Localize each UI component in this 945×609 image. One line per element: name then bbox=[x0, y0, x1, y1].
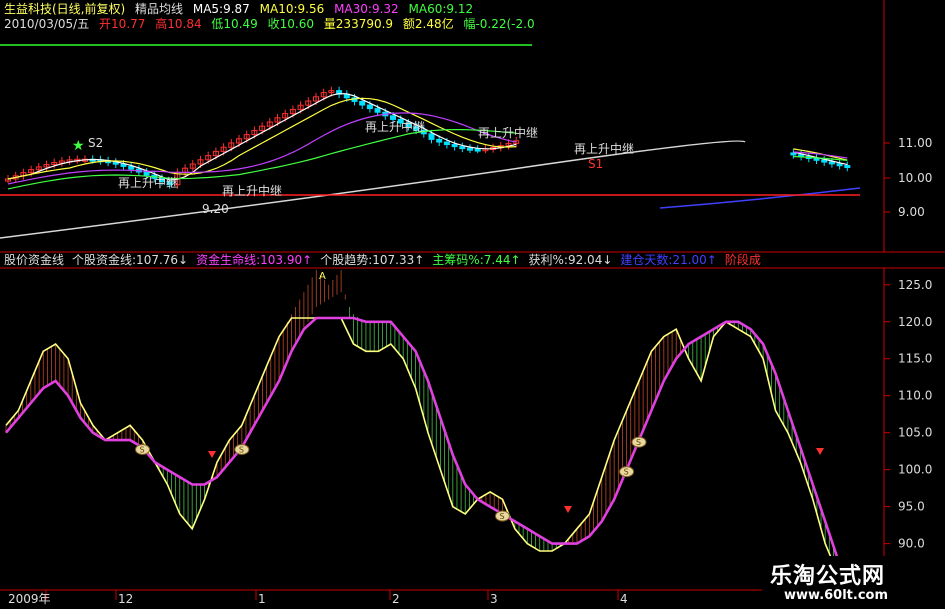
main-label: 9.20 bbox=[202, 202, 229, 216]
sub-indicator-header: 股价资金线 个股资金线:107.76↓ 资金生命线:103.90↑ 个股趋势:107.… bbox=[4, 253, 769, 267]
sub-value-axis: 85.090.095.0100.0105.0110.0115.0120.0125… bbox=[884, 278, 932, 588]
main-label: 再上升中继 bbox=[574, 141, 634, 156]
main-axis-label: 10.00 bbox=[898, 171, 932, 185]
candle-body bbox=[390, 115, 396, 120]
candle-body bbox=[428, 133, 435, 140]
candle-body bbox=[459, 146, 466, 150]
arrow-down-icon bbox=[208, 451, 216, 458]
series-line-stock-fund bbox=[5, 317, 851, 589]
watermark: 乐淘公式网 www.60lt.com bbox=[762, 556, 945, 609]
candle-body bbox=[374, 108, 381, 113]
sub-axis-label: 115.0 bbox=[898, 352, 932, 366]
candle-body bbox=[790, 152, 797, 156]
main-axis-label: 9.00 bbox=[898, 205, 925, 219]
x-label: 1 bbox=[258, 592, 266, 606]
x-label: 2009年 bbox=[8, 592, 51, 606]
ma60-value: MA60:9.12 bbox=[408, 2, 474, 16]
candle-body bbox=[844, 165, 851, 168]
candle-body bbox=[366, 104, 373, 110]
coin-label: S bbox=[140, 445, 145, 454]
main-ma-lines bbox=[0, 92, 861, 239]
candle-body bbox=[836, 163, 843, 167]
ma30-value: MA30:9.32 bbox=[334, 2, 399, 16]
x-label: 3 bbox=[490, 592, 498, 606]
sub-series-lines bbox=[5, 316, 852, 589]
ma10-value: MA10:9.56 bbox=[259, 2, 325, 16]
main-label: 再上升中继 bbox=[478, 125, 538, 140]
sub-header-item: 阶段成 bbox=[724, 253, 761, 267]
volume-value: 量233790.9 bbox=[323, 17, 394, 31]
candle-body bbox=[359, 100, 366, 106]
sub-axis-label: 120.0 bbox=[898, 315, 932, 329]
x-axis: 2009年 12 1 2 3 4 bbox=[8, 590, 628, 606]
main-label: 再上升中继 bbox=[222, 183, 282, 198]
ma30-line bbox=[7, 112, 848, 185]
chart-canvas: 11.0010.009.00 S2再上升中继再上升中继再上升中继 再上升中继再上升… bbox=[0, 0, 945, 606]
main-label: S1 bbox=[588, 157, 603, 171]
series-line-fund-life bbox=[5, 316, 852, 589]
main-label: 再上升中继 bbox=[118, 175, 178, 190]
sub-axis-label: 105.0 bbox=[898, 426, 932, 440]
sub-axis-label: 110.0 bbox=[898, 389, 932, 403]
candle-body bbox=[828, 161, 835, 165]
sub-axis-label: 95.0 bbox=[898, 500, 925, 514]
sub-marker: A bbox=[319, 271, 326, 282]
ma5-value: MA5:9.87 bbox=[192, 2, 250, 16]
close-value: 收10.60 bbox=[267, 17, 314, 31]
high-value: 高10.84 bbox=[155, 17, 202, 31]
coin-label: S bbox=[239, 445, 244, 454]
sub-header-item: 个股趋势:107.33↑ bbox=[320, 253, 425, 267]
x-label: 12 bbox=[118, 592, 133, 606]
date-value: 2010/03/05/五 bbox=[4, 17, 90, 31]
candle-body bbox=[467, 147, 473, 151]
candle-body bbox=[443, 141, 450, 146]
candlestick-series bbox=[5, 86, 851, 189]
sub-axis-label: 125.0 bbox=[898, 278, 932, 292]
header-row-1: 生益科技(日线,前复权) 精品均线 MA5:9.87 MA10:9.56 MA3… bbox=[4, 2, 479, 16]
sub-axis-label: 100.0 bbox=[898, 463, 932, 477]
main-axis-label: 11.00 bbox=[898, 136, 932, 150]
sub-annotations: S S S S S bbox=[135, 436, 824, 522]
sub-header-item: 资金生命线:103.90↑ bbox=[196, 253, 313, 267]
candle-body bbox=[128, 165, 135, 170]
coin-label: S bbox=[624, 468, 629, 477]
watermark-logo: 乐淘公式网 bbox=[770, 564, 886, 589]
arrow-down-icon bbox=[816, 448, 824, 455]
main-annotations: S2再上升中继再上升中继再上升中继 再上升中继再上升中继9.20S1★ bbox=[72, 119, 634, 216]
sub-header-item: 获利%:92.04↓ bbox=[528, 253, 613, 267]
star-icon: ★ bbox=[72, 138, 85, 154]
main-label: 再上升中继 bbox=[365, 119, 425, 134]
coin-label: S bbox=[636, 438, 641, 447]
sub-axis-label: 90.0 bbox=[898, 537, 925, 551]
x-label: 2 bbox=[392, 592, 400, 606]
watermark-url: www.60lt.com bbox=[784, 588, 889, 603]
candle-body bbox=[143, 171, 150, 176]
header-row-2: 2010/03/05/五 开10.77 高10.84 低10.49 收10.60… bbox=[4, 17, 541, 31]
arrow-down-icon bbox=[564, 506, 572, 513]
main-label: S2 bbox=[88, 136, 103, 150]
sub-header-item: 个股资金线:107.76↓ bbox=[72, 253, 189, 267]
candle-body bbox=[436, 138, 443, 143]
change-value: 幅-0.22(-2.0 bbox=[463, 17, 535, 31]
sub-header-item: 建仓天数:21.00↑ bbox=[620, 253, 717, 267]
indicator-name: 精品均线 bbox=[135, 2, 184, 16]
amount-value: 额2.48亿 bbox=[402, 17, 454, 31]
main-price-axis: 11.00 10.00 9.00 bbox=[884, 136, 932, 219]
x-label: 4 bbox=[620, 592, 628, 606]
candle-body bbox=[451, 144, 458, 148]
coin-label: S bbox=[499, 512, 504, 521]
candle-body bbox=[474, 148, 481, 152]
low-value: 低10.49 bbox=[211, 17, 258, 31]
stock-title: 生益科技(日线,前复权) bbox=[4, 2, 126, 16]
sub-header-item: 股价资金线 bbox=[4, 253, 65, 267]
open-value: 开10.77 bbox=[99, 17, 146, 31]
blue-line bbox=[659, 187, 861, 209]
candle-body bbox=[821, 159, 828, 163]
sub-header-item: 主筹码%:7.44↑ bbox=[432, 253, 521, 267]
